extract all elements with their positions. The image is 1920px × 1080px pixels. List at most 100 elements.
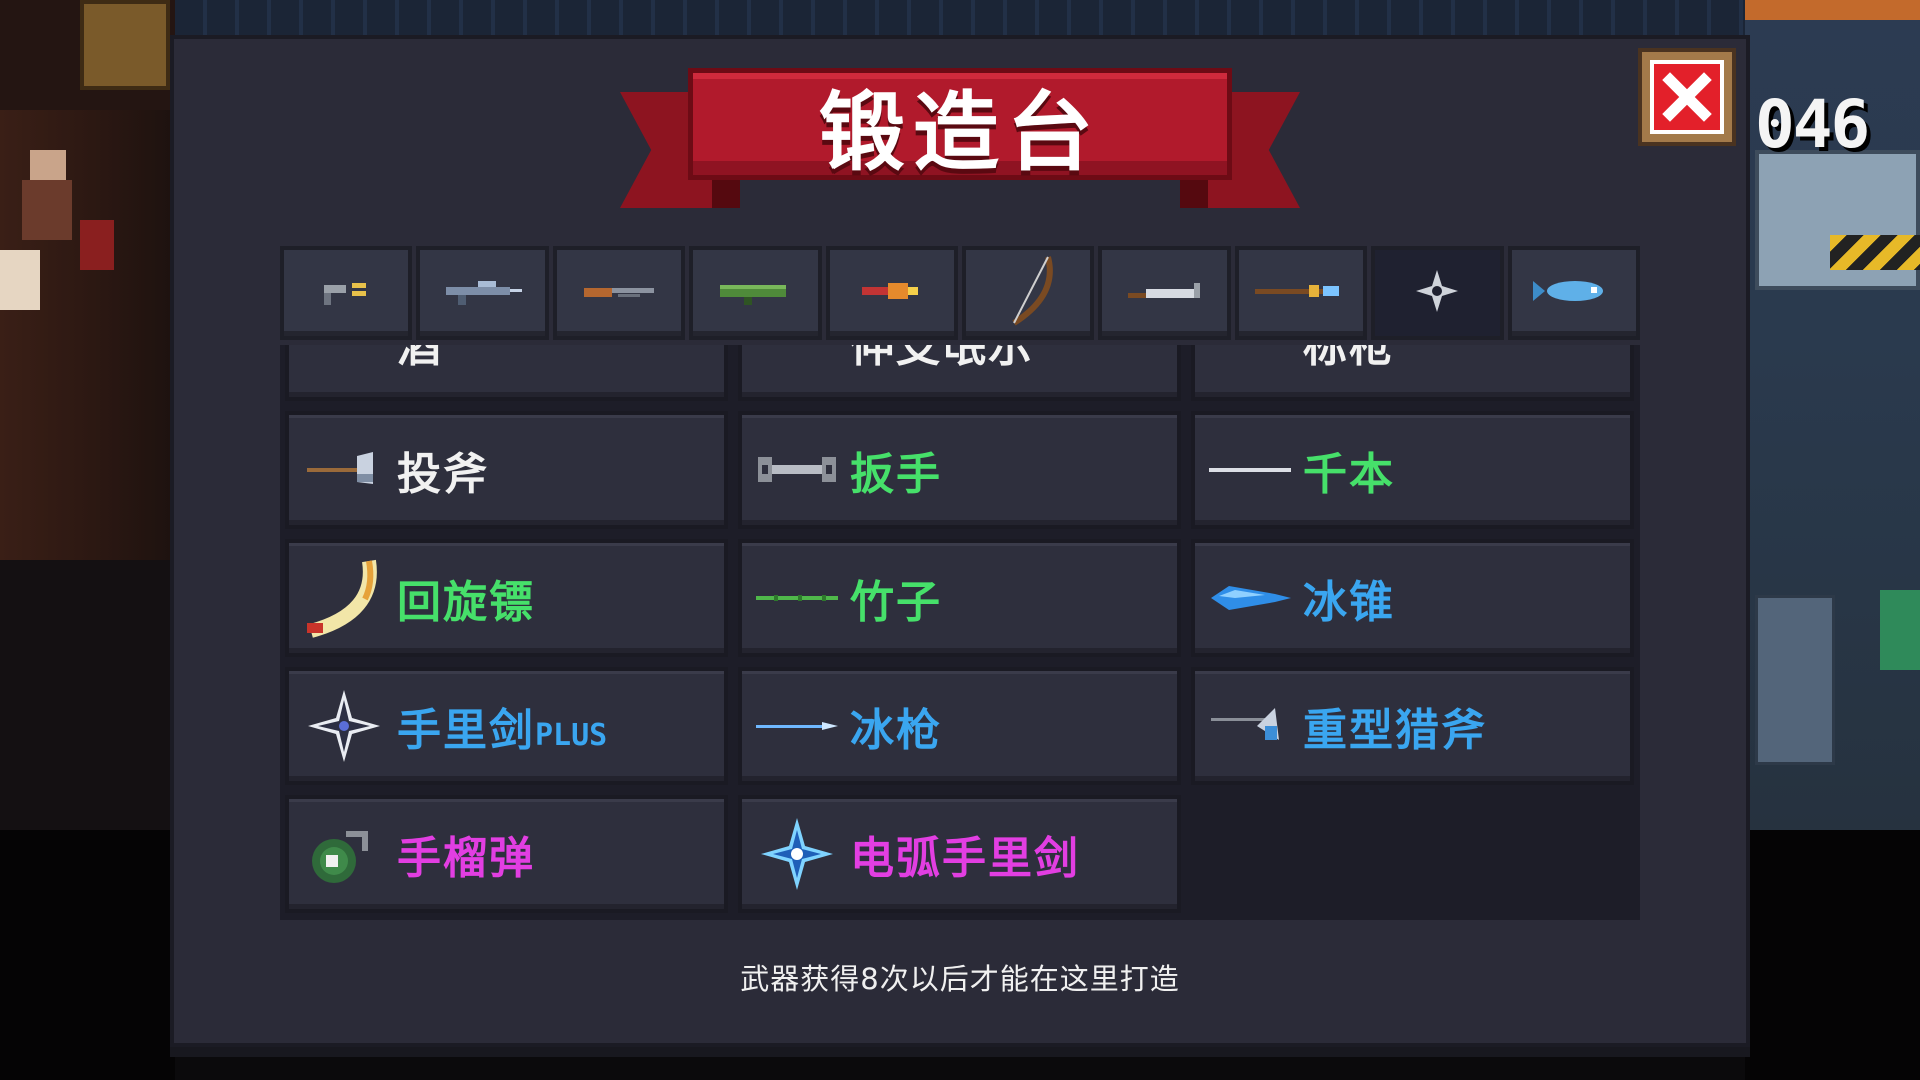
staff-icon bbox=[852, 271, 932, 315]
throwing-axe-icon bbox=[299, 425, 389, 515]
javelin-icon bbox=[1205, 345, 1295, 387]
tab-rifle[interactable] bbox=[416, 246, 549, 340]
ice-spear-icon bbox=[752, 681, 842, 771]
weapon-row: 投斧 扳手 千本 bbox=[285, 411, 1635, 529]
weapon-item[interactable]: 手榴弹 bbox=[285, 795, 728, 913]
background-floor-left bbox=[0, 830, 175, 1080]
weapon-name: 回旋镖 bbox=[397, 566, 535, 630]
forge-hint-text: 武器获得8次以后才能在这里打造 bbox=[740, 962, 1180, 996]
weapon-row: 回旋镖 竹子 冰锥 bbox=[285, 539, 1635, 657]
gem-counter: 046 bbox=[1755, 86, 1870, 163]
paper-icon bbox=[752, 345, 842, 387]
senbon-icon bbox=[1205, 425, 1295, 515]
weapon-item[interactable]: 投斧 bbox=[285, 411, 728, 529]
background-shadow bbox=[0, 560, 175, 830]
tab-launcher[interactable] bbox=[689, 246, 822, 340]
weapon-name-text: 重型猎斧 bbox=[1303, 705, 1487, 756]
weapon-row: 酒 伸支氓示 标枪 bbox=[285, 345, 1635, 401]
weapon-item[interactable]: 扳手 bbox=[738, 411, 1181, 529]
wine-icon bbox=[299, 345, 389, 387]
weapon-name: 扳手 bbox=[850, 438, 942, 502]
weapon-item[interactable]: 伸支氓示 bbox=[738, 345, 1181, 401]
ice-spike-icon bbox=[1205, 553, 1295, 643]
weapon-name-suffix: PLUS bbox=[535, 718, 608, 753]
rifle-icon bbox=[438, 271, 528, 315]
weapon-category-tabs bbox=[280, 246, 1640, 340]
weapon-name: 重型猎斧 bbox=[1303, 694, 1487, 758]
weapon-name: 手里剑PLUS bbox=[397, 694, 607, 758]
weapon-name: 冰锥 bbox=[1303, 566, 1395, 630]
tab-shuriken[interactable] bbox=[1371, 246, 1504, 340]
weapon-name-text: 电弧手里剑 bbox=[850, 833, 1080, 884]
weapon-row: 手榴弹 电弧手里剑 bbox=[285, 795, 1635, 913]
background-hazard-stripe bbox=[1830, 235, 1920, 270]
pistol-icon bbox=[306, 271, 386, 315]
weapon-name: 投斧 bbox=[397, 438, 489, 502]
background-pipe bbox=[1745, 0, 1920, 20]
weapon-name-text: 投斧 bbox=[397, 449, 489, 500]
shuriken-plus-icon bbox=[299, 681, 389, 771]
sword-icon bbox=[1120, 271, 1210, 315]
spear-icon bbox=[1251, 271, 1351, 315]
weapon-item[interactable]: 重型猎斧 bbox=[1191, 667, 1634, 785]
shuriken-icon bbox=[1412, 266, 1462, 320]
background-green-object bbox=[1880, 590, 1920, 670]
background-locker bbox=[1755, 595, 1835, 765]
weapon-item[interactable]: 冰锥 bbox=[1191, 539, 1634, 657]
weapon-name: 酒 bbox=[397, 345, 443, 374]
weapon-name-text: 酒 bbox=[397, 345, 443, 372]
tab-pistol[interactable] bbox=[280, 246, 413, 340]
weapon-row: 手里剑PLUS 冰枪 重型猎斧 bbox=[285, 667, 1635, 785]
grenade-icon bbox=[299, 809, 389, 899]
weapon-name: 竹子 bbox=[850, 566, 942, 630]
empty-slot bbox=[1191, 795, 1634, 913]
background-top-wall bbox=[175, 0, 1755, 40]
fish-icon bbox=[1529, 271, 1619, 315]
weapon-name: 千本 bbox=[1303, 438, 1395, 502]
weapon-item[interactable]: 手里剑PLUS bbox=[285, 667, 728, 785]
close-button[interactable] bbox=[1638, 48, 1736, 146]
launcher-icon bbox=[710, 271, 800, 315]
weapon-name-text: 千本 bbox=[1303, 449, 1395, 500]
bamboo-icon bbox=[752, 553, 842, 643]
page-title: 锻造台 bbox=[819, 82, 1101, 183]
background-npc bbox=[0, 140, 120, 330]
weapon-item[interactable]: 千本 bbox=[1191, 411, 1634, 529]
weapon-name-text: 冰锥 bbox=[1303, 577, 1395, 628]
weapon-item[interactable]: 竹子 bbox=[738, 539, 1181, 657]
weapon-name-text: 手里剑 bbox=[397, 705, 535, 756]
weapon-name: 伸支氓示 bbox=[850, 345, 1034, 374]
bow-icon bbox=[988, 251, 1068, 335]
close-x-icon bbox=[1650, 60, 1724, 134]
shotgun-icon bbox=[574, 271, 664, 315]
weapon-list[interactable]: 酒 伸支氓示 标枪投斧 扳手 千本回旋镖 竹子 冰锥手里剑PLUS 冰枪 重型猎斧手榴弹 电弧手里… bbox=[280, 345, 1640, 920]
weapon-name: 电弧手里剑 bbox=[850, 822, 1080, 886]
weapon-grid: 酒 伸支氓示 标枪投斧 扳手 千本回旋镖 竹子 冰锥手里剑PLUS 冰枪 重型猎斧手榴弹 电弧手里… bbox=[285, 345, 1635, 920]
background-floor-right bbox=[1745, 830, 1920, 1080]
weapon-item[interactable]: 回旋镖 bbox=[285, 539, 728, 657]
wrench-icon bbox=[752, 425, 842, 515]
weapon-item[interactable]: 标枪 bbox=[1191, 345, 1634, 401]
tab-sword[interactable] bbox=[1098, 246, 1231, 340]
arc-shuriken-icon bbox=[752, 809, 842, 899]
title-banner: 锻造台 bbox=[620, 68, 1300, 218]
weapon-name: 手榴弹 bbox=[397, 822, 535, 886]
weapon-name: 标枪 bbox=[1303, 345, 1395, 374]
weapon-name-text: 标枪 bbox=[1303, 345, 1395, 372]
background-crate bbox=[80, 0, 170, 90]
weapon-name-text: 伸支氓示 bbox=[850, 345, 1034, 372]
tab-staff[interactable] bbox=[825, 246, 958, 340]
boomerang-icon bbox=[299, 553, 389, 643]
weapon-item[interactable]: 电弧手里剑 bbox=[738, 795, 1181, 913]
tab-fish[interactable] bbox=[1507, 246, 1640, 340]
weapon-name-text: 冰枪 bbox=[850, 705, 942, 756]
weapon-item[interactable]: 冰枪 bbox=[738, 667, 1181, 785]
heavy-axe-icon bbox=[1205, 681, 1295, 771]
weapon-item[interactable]: 酒 bbox=[285, 345, 728, 401]
weapon-name-text: 回旋镖 bbox=[397, 577, 535, 628]
tab-spear[interactable] bbox=[1234, 246, 1368, 340]
weapon-name: 冰枪 bbox=[850, 694, 942, 758]
tab-bow[interactable] bbox=[961, 246, 1095, 340]
tab-shotgun[interactable] bbox=[552, 246, 686, 340]
weapon-name-text: 手榴弹 bbox=[397, 833, 535, 884]
